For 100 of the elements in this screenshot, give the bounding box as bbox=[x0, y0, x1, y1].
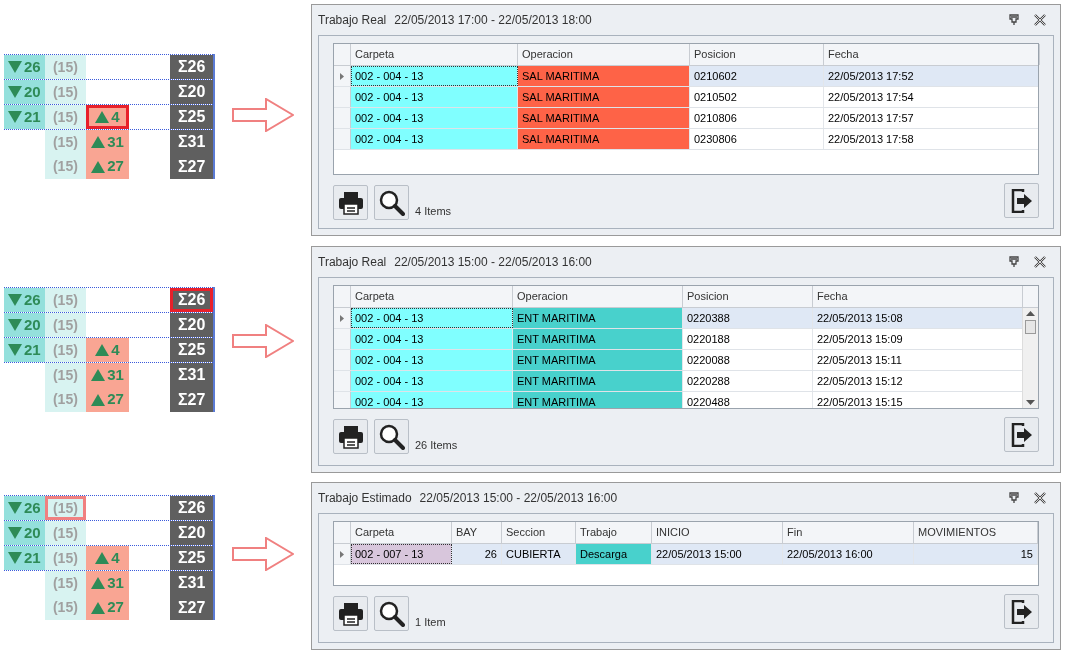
window-period: 22/05/2013 17:00 - 22/05/2013 18:00 bbox=[394, 12, 592, 29]
exit-button[interactable] bbox=[1004, 594, 1039, 629]
column-header[interactable]: Seccion bbox=[502, 522, 576, 543]
window-title: Trabajo Real bbox=[318, 12, 387, 29]
move-value: 27 bbox=[107, 389, 124, 410]
close-icon[interactable] bbox=[1034, 256, 1046, 268]
up-triangle-icon bbox=[91, 393, 106, 406]
total-value: Σ26 bbox=[178, 498, 206, 518]
down-triangle-icon bbox=[7, 344, 22, 356]
table-cell: 0230806 bbox=[690, 129, 824, 149]
table-cell: 22/05/2013 16:00 bbox=[783, 544, 914, 564]
down-triangle-icon bbox=[7, 61, 22, 73]
column-header[interactable]: Operacion bbox=[513, 286, 683, 307]
search-icon bbox=[378, 600, 405, 627]
count-value: (15) bbox=[52, 573, 78, 593]
count-value: (15) bbox=[52, 107, 78, 127]
print-button[interactable] bbox=[333, 596, 368, 631]
scroll-up-icon[interactable] bbox=[1026, 311, 1035, 316]
count-value: (15) bbox=[52, 57, 78, 77]
down-triangle-icon bbox=[7, 294, 22, 306]
count-value: (15) bbox=[52, 157, 78, 176]
column-header[interactable]: BAY bbox=[452, 522, 502, 543]
column-header[interactable]: MOVIMIENTOS bbox=[914, 522, 1038, 543]
move-value: 21 bbox=[23, 547, 41, 568]
table-cell: SAL MARITIMA bbox=[518, 129, 690, 149]
row-header[interactable] bbox=[334, 544, 351, 564]
table-cell: 0210502 bbox=[690, 87, 824, 107]
row-header[interactable] bbox=[334, 308, 351, 328]
count-value: (15) bbox=[52, 390, 78, 409]
count-value: (15) bbox=[52, 315, 78, 335]
up-triangle-icon bbox=[95, 344, 110, 356]
down-triangle-icon bbox=[7, 552, 22, 564]
move-value: 26 bbox=[23, 289, 41, 310]
count-value: (15) bbox=[52, 290, 78, 310]
printer-icon bbox=[337, 601, 364, 626]
close-icon[interactable] bbox=[1034, 14, 1046, 26]
right-arrow-icon bbox=[232, 537, 294, 571]
count-value: (15) bbox=[52, 340, 78, 360]
column-header[interactable]: Posicion bbox=[690, 44, 824, 65]
total-value: Σ27 bbox=[178, 389, 206, 410]
table-cell: 0220288 bbox=[683, 371, 813, 391]
table-cell: 0220188 bbox=[683, 329, 813, 349]
down-triangle-icon bbox=[7, 86, 22, 98]
column-header[interactable]: Fin bbox=[783, 522, 914, 543]
count-value: (15) bbox=[52, 132, 78, 152]
table-cell: 22/05/2013 17:58 bbox=[824, 129, 1038, 149]
search-icon bbox=[378, 189, 405, 216]
table-cell: ENT MARITIMA bbox=[513, 350, 683, 370]
table-cell: 002 - 004 - 13 bbox=[351, 66, 518, 86]
column-header[interactable]: Fecha bbox=[813, 286, 1023, 307]
total-value: Σ25 bbox=[178, 340, 206, 360]
move-value: 31 bbox=[107, 572, 124, 593]
table-cell: 002 - 004 - 13 bbox=[351, 329, 513, 349]
search-button[interactable] bbox=[374, 419, 409, 454]
row-header[interactable] bbox=[334, 66, 351, 86]
exit-button[interactable] bbox=[1004, 417, 1039, 452]
column-header[interactable]: Posicion bbox=[683, 286, 813, 307]
total-value: Σ20 bbox=[178, 82, 206, 102]
move-value: 20 bbox=[23, 522, 41, 543]
move-value: 4 bbox=[111, 106, 120, 127]
column-header[interactable]: INICIO bbox=[652, 522, 783, 543]
up-triangle-icon bbox=[91, 601, 106, 614]
total-value: Σ25 bbox=[178, 107, 206, 127]
column-header[interactable]: Trabajo bbox=[576, 522, 652, 543]
print-button[interactable] bbox=[333, 419, 368, 454]
scroll-down-icon[interactable] bbox=[1026, 400, 1035, 405]
window-period: 22/05/2013 15:00 - 22/05/2013 16:00 bbox=[419, 490, 618, 507]
exit-icon bbox=[1010, 188, 1033, 213]
item-count: 4 Items bbox=[415, 203, 452, 219]
table-cell: 002 - 004 - 13 bbox=[351, 87, 518, 107]
column-header[interactable]: Carpeta bbox=[351, 44, 518, 65]
table-cell: ENT MARITIMA bbox=[513, 392, 683, 408]
pin-icon[interactable] bbox=[1008, 256, 1020, 268]
table-cell: ENT MARITIMA bbox=[513, 371, 683, 391]
pin-icon[interactable] bbox=[1008, 14, 1020, 26]
column-header[interactable]: Fecha bbox=[824, 44, 1040, 65]
exit-button[interactable] bbox=[1004, 183, 1039, 218]
column-header[interactable]: Operacion bbox=[518, 44, 690, 65]
move-value: 20 bbox=[23, 314, 41, 335]
column-header[interactable]: Carpeta bbox=[351, 522, 452, 543]
total-value: Σ31 bbox=[178, 573, 206, 593]
print-button[interactable] bbox=[333, 185, 368, 220]
table-cell: 002 - 004 - 13 bbox=[351, 392, 513, 408]
table-cell: 0220388 bbox=[683, 308, 813, 328]
table-cell: 0220488 bbox=[683, 392, 813, 408]
up-triangle-icon bbox=[91, 369, 106, 381]
column-header[interactable]: Carpeta bbox=[351, 286, 513, 307]
scrollbar[interactable] bbox=[1022, 308, 1038, 408]
search-button[interactable] bbox=[374, 596, 409, 631]
close-icon[interactable] bbox=[1034, 492, 1046, 504]
row-pointer-icon bbox=[340, 550, 344, 558]
table-cell: ENT MARITIMA bbox=[513, 308, 683, 328]
move-value: 26 bbox=[23, 56, 41, 77]
search-button[interactable] bbox=[374, 185, 409, 220]
pin-icon[interactable] bbox=[1008, 492, 1020, 504]
count-value: (15) bbox=[52, 498, 78, 518]
down-triangle-icon bbox=[7, 111, 22, 123]
table-cell: SAL MARITIMA bbox=[518, 66, 690, 86]
scroll-thumb[interactable] bbox=[1025, 320, 1036, 334]
move-value: 31 bbox=[107, 131, 124, 152]
